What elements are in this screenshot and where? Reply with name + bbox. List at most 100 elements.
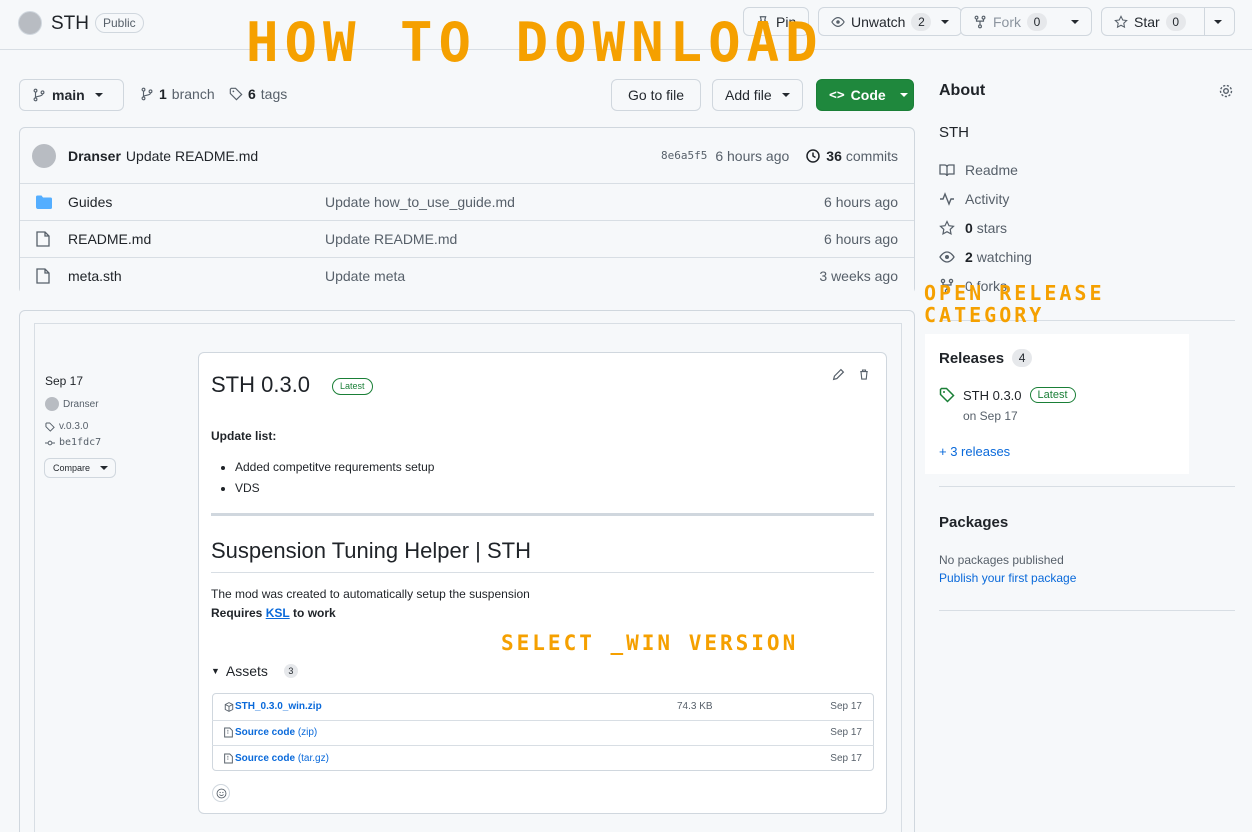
repo-name[interactable]: STH (51, 13, 89, 35)
star-icon (1114, 14, 1128, 29)
latest-badge: Latest (332, 378, 373, 395)
commit-author[interactable]: Dranser (68, 148, 121, 164)
visibility-badge: Public (95, 13, 144, 33)
activity-label: Activity (965, 191, 1010, 207)
gear-icon[interactable] (1218, 83, 1234, 99)
file-commit-message[interactable]: Update README.md (325, 231, 457, 247)
pulse-icon (939, 191, 955, 207)
repo-description: STH (939, 124, 969, 141)
chevron-down-icon[interactable] (1214, 19, 1222, 24)
asset-suffix: (zip) (297, 727, 318, 738)
tags-count: 6 (248, 86, 256, 102)
latest-release[interactable]: STH 0.3.0 Latest (939, 387, 1076, 403)
commits-count[interactable]: 36 (826, 148, 842, 164)
asset-name[interactable]: Source code (235, 727, 295, 738)
overlay-release-hint: OPEN RELEASE CATEGORY (924, 282, 1105, 326)
tags-link[interactable]: 6 tags (229, 86, 287, 102)
branch-count: 1 (159, 86, 167, 102)
file-row[interactable]: README.md Update README.md 6 hours ago (20, 220, 914, 257)
fork-button[interactable]: Fork 0 (960, 7, 1092, 36)
asset-row[interactable]: Source code (tar.gz) Sep 17 (212, 745, 874, 770)
file-row[interactable]: meta.sth Update meta 3 weeks ago (20, 257, 914, 294)
star-button[interactable]: Star 0 (1101, 7, 1235, 36)
asset-size: 74.3 KB (677, 701, 713, 712)
asset-name[interactable]: STH_0.3.0_win.zip (235, 701, 322, 712)
file-time: 6 hours ago (824, 194, 898, 210)
stars-count: 0 (965, 220, 973, 236)
file-commit-message[interactable]: Update meta (325, 268, 405, 284)
section-rule (211, 513, 874, 516)
file-name[interactable]: Guides (68, 194, 112, 210)
fork-icon (973, 15, 987, 29)
avatar[interactable] (32, 143, 56, 168)
unwatch-button[interactable]: Unwatch 2 (818, 7, 963, 36)
watching-link[interactable]: 2 watching (939, 249, 1032, 265)
trash-icon[interactable] (858, 368, 870, 381)
asset-row[interactable]: STH_0.3.0_win.zip 74.3 KB Sep 17 (212, 694, 874, 719)
file-row[interactable]: Guides Update how_to_use_guide.md 6 hours … (20, 183, 914, 220)
stars-link[interactable]: 0 stars (939, 220, 1007, 236)
tag-icon (939, 387, 955, 403)
release-title[interactable]: STH 0.3.0 (211, 372, 310, 398)
tags-label: tags (260, 86, 288, 102)
release-author-name: Dranser (63, 398, 99, 410)
asset-date: Sep 17 (830, 752, 862, 764)
file-time: 6 hours ago (824, 231, 898, 247)
chevron-down-icon (941, 19, 950, 24)
publish-package-link[interactable]: Publish your first package (939, 571, 1076, 585)
tag-icon (229, 87, 243, 101)
star-icon (939, 220, 955, 236)
asset-date: Sep 17 (830, 727, 862, 738)
history-icon (805, 148, 821, 164)
readme-label: Readme (965, 162, 1018, 178)
branch-icon (32, 88, 46, 102)
readme-link[interactable]: Readme (939, 162, 1018, 178)
asset-row[interactable]: Source code (zip) Sep 17 (212, 719, 874, 745)
file-name[interactable]: meta.sth (68, 268, 122, 284)
heading-rule (211, 572, 874, 573)
branch-name: main (52, 87, 85, 103)
overlay-title: HOW TO DOWNLOAD (246, 11, 824, 74)
branch-select[interactable]: main (19, 79, 124, 111)
release-commit-hash: be1fdc7 (59, 437, 102, 448)
release-tag-name: v.0.3.0 (59, 421, 89, 432)
releases-heading[interactable]: Releases 4 (939, 349, 1033, 367)
watching-label: watching (976, 249, 1032, 265)
release-description: The mod was created to automatically set… (211, 587, 530, 601)
repo-avatar[interactable] (18, 11, 42, 35)
smiley-icon[interactable] (212, 784, 230, 802)
compare-button[interactable]: Compare (44, 458, 116, 478)
code-button[interactable]: <> Code (816, 79, 914, 111)
file-commit-message[interactable]: Update how_to_use_guide.md (325, 194, 515, 210)
star-label: Star (1134, 13, 1160, 30)
folder-icon (36, 195, 52, 209)
update-list: Added competitve requrements setup VDS (235, 457, 434, 499)
asset-name[interactable]: Source code (235, 753, 295, 764)
go-to-file-button[interactable]: Go to file (611, 79, 702, 111)
chevron-down-icon (781, 93, 790, 97)
branch-icon (140, 87, 154, 101)
requires-pre: Requires (211, 606, 263, 620)
edit-icon[interactable] (832, 368, 845, 381)
release-commit[interactable]: be1fdc7 (45, 437, 101, 448)
file-time: 3 weeks ago (819, 268, 898, 284)
code-label: Code (850, 87, 886, 103)
chevron-down-icon[interactable] (1071, 19, 1079, 24)
commits-label[interactable]: commits (846, 148, 898, 164)
release-tag[interactable]: v.0.3.0 (45, 421, 88, 432)
release-author[interactable]: Dranser (45, 397, 99, 411)
branch-label: branch (171, 86, 215, 102)
activity-link[interactable]: Activity (939, 191, 1009, 207)
commit-hash[interactable]: 8e6a5f5 (661, 149, 707, 162)
assets-toggle[interactable]: ▼ Assets 3 (211, 663, 298, 679)
ksl-link[interactable]: KSL (266, 606, 290, 620)
add-file-button[interactable]: Add file (712, 79, 803, 111)
branches-link[interactable]: 1 branch (140, 86, 215, 102)
file-icon (36, 268, 50, 284)
packages-heading[interactable]: Packages (939, 514, 1008, 531)
file-name[interactable]: README.md (68, 231, 151, 247)
more-releases-link[interactable]: + 3 releases (939, 444, 1010, 459)
commit-message[interactable]: Update README.md (126, 148, 258, 164)
file-zip-icon (224, 727, 233, 738)
latest-release-name: STH 0.3.0 (963, 387, 1022, 403)
